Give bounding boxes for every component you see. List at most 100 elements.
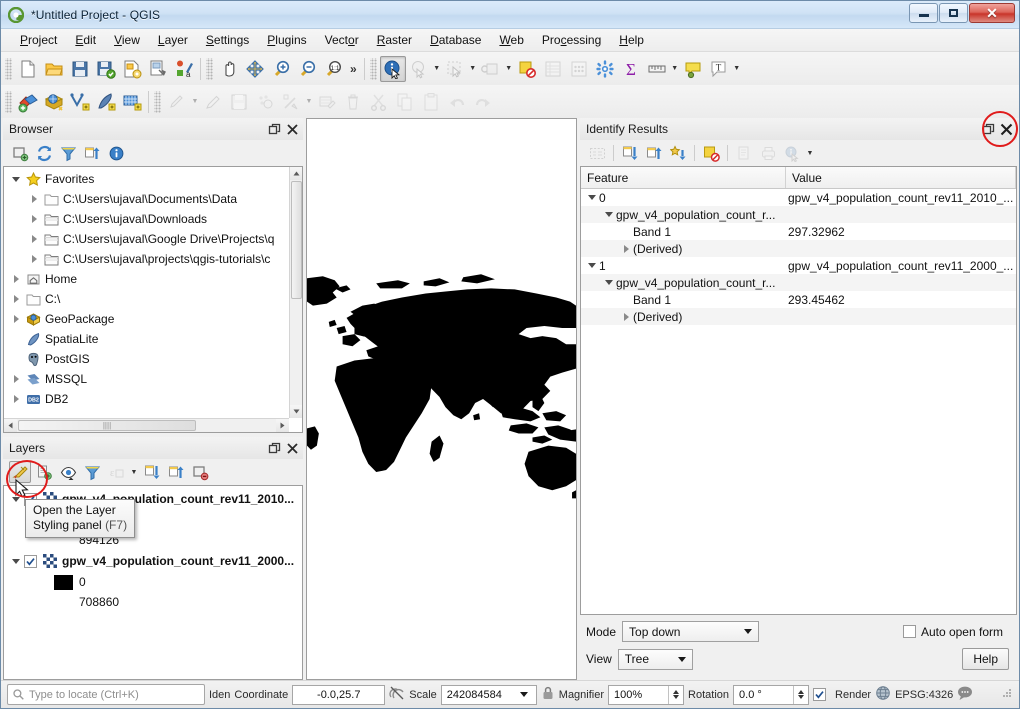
delete-selected-icon[interactable] bbox=[340, 89, 366, 115]
column-header-value[interactable]: Value bbox=[786, 167, 1016, 188]
enable-properties-widget-icon[interactable] bbox=[105, 142, 127, 164]
add-feature-icon[interactable] bbox=[252, 89, 278, 115]
processing-toolbox-icon[interactable] bbox=[592, 56, 618, 82]
select-by-value-icon[interactable] bbox=[478, 56, 504, 82]
layout-manager-icon[interactable] bbox=[145, 56, 171, 82]
chevron-down-icon[interactable]: ▼ bbox=[732, 56, 742, 82]
save-project-as-icon[interactable] bbox=[93, 56, 119, 82]
expander[interactable] bbox=[26, 255, 42, 263]
layers-close-button[interactable] bbox=[283, 439, 301, 457]
expander[interactable] bbox=[8, 177, 24, 182]
cut-features-icon[interactable] bbox=[366, 89, 392, 115]
copy-features-icon[interactable] bbox=[392, 89, 418, 115]
undo-icon[interactable] bbox=[444, 89, 470, 115]
identify-results-body[interactable]: 0gpw_v4_population_count_rev11_2010_...g… bbox=[581, 189, 1016, 614]
toggle-editing-icon[interactable] bbox=[200, 89, 226, 115]
open-layer-styling-panel-icon[interactable] bbox=[9, 461, 31, 483]
browser-tree-item[interactable]: C:\Users\ujaval\projects\qgis-tutorials\… bbox=[4, 249, 289, 269]
collapse-all-icon[interactable] bbox=[165, 461, 187, 483]
browser-tree-item[interactable]: PostGIS bbox=[4, 349, 289, 369]
auto-open-form-checkbox[interactable] bbox=[903, 625, 916, 638]
chevron-down-icon[interactable]: ▼ bbox=[504, 56, 514, 82]
chevron-down-icon[interactable]: ▼ bbox=[432, 56, 442, 82]
chevron-down-icon[interactable]: ▼ bbox=[304, 89, 314, 115]
measure-line-icon[interactable] bbox=[644, 56, 670, 82]
expand-tree-icon[interactable] bbox=[667, 142, 689, 164]
chevron-down-icon[interactable]: ▼ bbox=[670, 56, 680, 82]
chevron-down-icon[interactable]: ▼ bbox=[129, 459, 139, 485]
current-edits-icon[interactable] bbox=[164, 89, 190, 115]
identify-result-row[interactable]: Band 1293.45462 bbox=[581, 291, 1016, 308]
add-postgis-layer-icon[interactable] bbox=[119, 89, 145, 115]
expand-new-icon[interactable] bbox=[586, 142, 608, 164]
crs-label[interactable]: EPSG:4326 bbox=[895, 689, 953, 701]
expander[interactable] bbox=[619, 313, 633, 321]
style-manager-icon[interactable]: a bbox=[171, 56, 197, 82]
deselect-features-icon[interactable] bbox=[514, 56, 540, 82]
toggle-extents-icon[interactable] bbox=[389, 685, 405, 704]
maximize-button[interactable] bbox=[939, 3, 968, 23]
toolbar-grip[interactable] bbox=[5, 91, 12, 113]
menu-database[interactable]: Database bbox=[421, 30, 490, 50]
expander[interactable] bbox=[8, 375, 24, 383]
filter-browser-icon[interactable] bbox=[57, 142, 79, 164]
toolbar-overflow-icon[interactable]: » bbox=[346, 62, 361, 76]
browser-tree[interactable]: FavoritesC:\Users\ujaval\Documents\Data C… bbox=[4, 167, 289, 418]
map-tips-icon[interactable] bbox=[680, 56, 706, 82]
expander[interactable] bbox=[8, 497, 24, 502]
scroll-up-arrow-icon[interactable] bbox=[290, 167, 303, 180]
browser-tree-item[interactable]: Home bbox=[4, 269, 289, 289]
scroll-down-arrow-icon[interactable] bbox=[290, 405, 303, 418]
run-feature-action-icon[interactable] bbox=[406, 56, 432, 82]
browser-tree-item[interactable]: Favorites bbox=[4, 169, 289, 189]
browser-tree-item[interactable]: C:\Users\ujaval\Documents\Data bbox=[4, 189, 289, 209]
zoom-in-icon[interactable] bbox=[268, 56, 294, 82]
menu-processing[interactable]: Processing bbox=[533, 30, 610, 50]
new-print-layout-icon[interactable] bbox=[119, 56, 145, 82]
browser-horizontal-scrollbar[interactable]: |||| bbox=[4, 418, 289, 432]
browser-hscroll-thumb[interactable]: |||| bbox=[18, 420, 196, 431]
view-select[interactable]: Tree bbox=[618, 649, 693, 670]
filter-legend-expression-icon[interactable]: ε bbox=[105, 461, 127, 483]
identify-result-row[interactable]: gpw_v4_population_count_r... bbox=[581, 274, 1016, 291]
open-attribute-table-icon[interactable] bbox=[540, 56, 566, 82]
add-spatialite-layer-icon[interactable] bbox=[93, 89, 119, 115]
menu-web[interactable]: Web bbox=[490, 30, 532, 50]
expander[interactable] bbox=[602, 280, 616, 285]
menu-project[interactable]: Project bbox=[11, 30, 66, 50]
identify-result-row[interactable]: Band 1297.32962 bbox=[581, 223, 1016, 240]
zoom-native-icon[interactable]: 1:1 bbox=[320, 56, 346, 82]
browser-scroll-thumb[interactable] bbox=[291, 181, 302, 299]
identify-result-row[interactable]: 1gpw_v4_population_count_rev11_2000_... bbox=[581, 257, 1016, 274]
toolbar-grip[interactable] bbox=[5, 58, 12, 80]
menu-help[interactable]: Help bbox=[610, 30, 653, 50]
coordinate-field[interactable]: -0.0,25.7 bbox=[292, 685, 385, 705]
open-project-icon[interactable] bbox=[41, 56, 67, 82]
column-header-feature[interactable]: Feature bbox=[581, 167, 786, 188]
statistical-summary-icon[interactable]: Σ bbox=[618, 56, 644, 82]
chevron-down-icon[interactable]: ▼ bbox=[468, 56, 478, 82]
identify-result-row[interactable]: (Derived) bbox=[581, 240, 1016, 257]
resize-grip-icon[interactable] bbox=[1001, 687, 1013, 702]
close-button[interactable]: ✕ bbox=[969, 3, 1015, 23]
browser-vertical-scrollbar[interactable] bbox=[289, 167, 302, 418]
expander[interactable] bbox=[8, 395, 24, 403]
browser-tree-item[interactable]: MSSQL bbox=[4, 369, 289, 389]
lock-scale-icon[interactable] bbox=[541, 685, 555, 704]
new-project-icon[interactable] bbox=[15, 56, 41, 82]
refresh-icon[interactable] bbox=[33, 142, 55, 164]
expand-all-icon[interactable] bbox=[619, 142, 641, 164]
browser-tree-item[interactable]: GeoPackage bbox=[4, 309, 289, 329]
identify-float-button[interactable] bbox=[979, 120, 997, 138]
new-text-annotation-icon[interactable]: T bbox=[706, 56, 732, 82]
expander[interactable] bbox=[8, 275, 24, 283]
pan-map-icon[interactable] bbox=[216, 56, 242, 82]
help-button[interactable]: Help bbox=[962, 648, 1009, 670]
chevron-down-icon[interactable]: ▼ bbox=[805, 140, 815, 166]
vertex-tool-icon[interactable] bbox=[278, 89, 304, 115]
select-features-icon[interactable] bbox=[442, 56, 468, 82]
expander[interactable] bbox=[26, 215, 42, 223]
magnifier-spinbox[interactable]: 100% bbox=[608, 685, 684, 705]
toolbar-grip[interactable] bbox=[206, 58, 213, 80]
clear-results-icon[interactable] bbox=[700, 142, 722, 164]
